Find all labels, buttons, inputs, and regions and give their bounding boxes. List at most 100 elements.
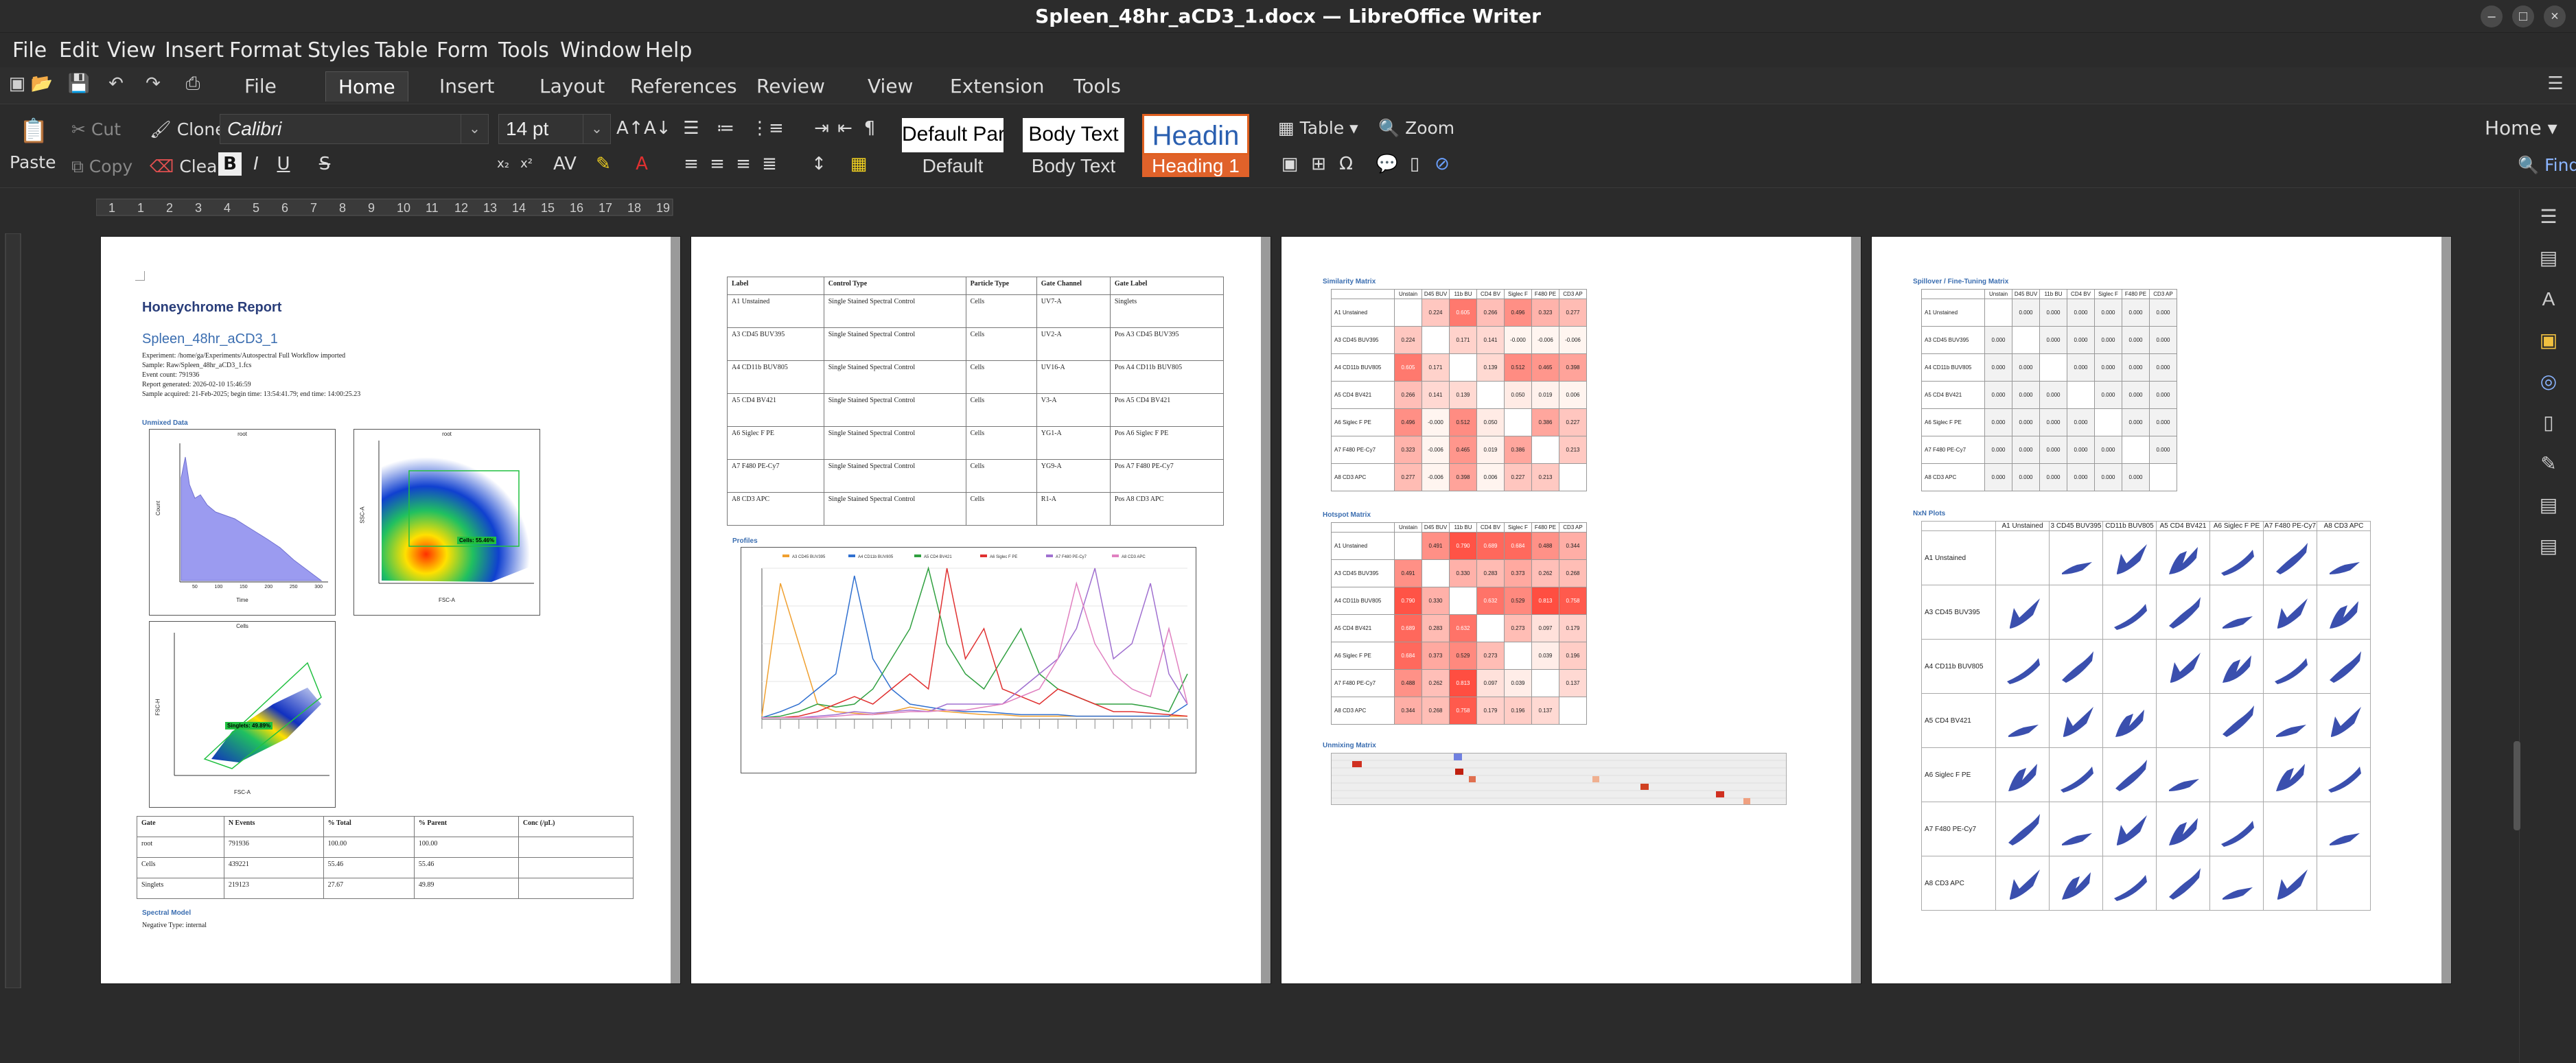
menu-view[interactable]: View	[107, 34, 156, 67]
tab-extension[interactable]: Extension	[938, 71, 1056, 102]
superscript-icon[interactable]: x²	[515, 152, 538, 176]
home-dropdown[interactable]: Home ▾	[2485, 115, 2557, 141]
tab-view[interactable]: View	[855, 71, 925, 102]
tab-tools[interactable]: Tools	[1061, 71, 1133, 102]
hyperlink-icon[interactable]: ⊘	[1430, 152, 1454, 176]
find-button[interactable]: 🔍 Find	[2518, 152, 2576, 178]
note-icon[interactable]: ▯	[1403, 152, 1426, 176]
close-icon[interactable]: ×	[2544, 5, 2566, 27]
design-icon[interactable]: ▤	[2536, 534, 2561, 559]
style-default-preview[interactable]: Default Par	[902, 118, 1003, 152]
italic-icon[interactable]: I	[244, 152, 268, 176]
tab-home[interactable]: Home	[325, 71, 408, 102]
shrink-font-icon[interactable]: A↓	[644, 117, 671, 140]
character-spacing-icon[interactable]: AV	[553, 152, 577, 176]
section-profiles: Profiles	[732, 537, 758, 545]
menu-toggle-icon[interactable]: ▣	[5, 71, 29, 95]
clear-button[interactable]: ⌫ Clear	[150, 154, 224, 180]
style-inspector-icon[interactable]: ✎	[2536, 452, 2561, 476]
hamburger-menu-icon[interactable]: ☰	[2544, 71, 2567, 95]
save-icon[interactable]: 💾	[67, 71, 91, 95]
align-right-icon[interactable]: ≡	[732, 152, 755, 176]
menu-help[interactable]: Help	[645, 34, 692, 67]
font-color-icon[interactable]: A	[630, 152, 653, 176]
justify-icon[interactable]: ≣	[758, 152, 781, 176]
paragraph-background-icon[interactable]: ▦	[847, 152, 870, 176]
page-icon[interactable]: ▯	[2536, 410, 2561, 435]
indent-decrease-icon[interactable]: ⇤	[833, 117, 857, 140]
open-icon[interactable]: 📂	[30, 71, 54, 95]
print-icon[interactable]: ⎙	[181, 71, 205, 95]
maximize-icon[interactable]: □	[2512, 5, 2534, 27]
bullets-icon[interactable]: ☰	[680, 117, 703, 140]
menu-styles[interactable]: Styles	[308, 34, 370, 67]
paste-icon[interactable]: 📋	[19, 119, 48, 143]
vertical-ruler[interactable]	[0, 233, 30, 989]
chevron-down-icon[interactable]: ⌄	[461, 115, 488, 143]
indent-increase-icon[interactable]: ⇥	[810, 117, 833, 140]
outline-icon[interactable]: ⋮≡	[751, 117, 784, 140]
strikethrough-icon[interactable]: S	[313, 152, 336, 176]
matrix-cell: 0.283	[1422, 614, 1450, 642]
manage-changes-icon[interactable]: ▤	[2536, 493, 2561, 517]
image-icon[interactable]: ▣	[1278, 152, 1301, 176]
tab-file[interactable]: File	[232, 71, 289, 102]
formatting-marks-icon[interactable]: ¶	[858, 117, 881, 140]
nxn-plot-cell	[2263, 747, 2317, 802]
tab-layout[interactable]: Layout	[527, 71, 617, 102]
clone-button[interactable]: 🖌 Clone	[150, 117, 226, 143]
menu-file[interactable]: File	[12, 34, 47, 67]
styles-icon[interactable]: A	[2536, 287, 2561, 312]
undo-icon[interactable]: ↶	[104, 71, 128, 95]
style-heading1-label[interactable]: Heading 1	[1142, 155, 1249, 177]
underline-icon[interactable]: U	[272, 152, 295, 176]
menu-table[interactable]: Table	[375, 34, 428, 67]
paste-label[interactable]: Paste	[10, 150, 56, 176]
menu-tools[interactable]: Tools	[498, 34, 549, 67]
align-center-icon[interactable]: ≡	[706, 152, 729, 176]
style-default-label[interactable]: Default	[902, 155, 1003, 177]
align-left-icon[interactable]: ≡	[680, 152, 703, 176]
comment-icon[interactable]: 💬	[1376, 152, 1399, 176]
line-spacing-icon[interactable]: ↕	[807, 152, 831, 176]
minimize-icon[interactable]: –	[2481, 5, 2503, 27]
menu-format[interactable]: Format	[229, 34, 302, 67]
menu-window[interactable]: Window	[560, 34, 641, 67]
zoom-button[interactable]: 🔍 Zoom	[1378, 115, 1454, 141]
menu-form[interactable]: Form	[437, 34, 489, 67]
style-body-text-preview[interactable]: Body Text	[1023, 118, 1124, 152]
redo-icon[interactable]: ↷	[141, 71, 165, 95]
menu-edit[interactable]: Edit	[59, 34, 99, 67]
vertical-scrollbar[interactable]	[2514, 741, 2520, 830]
gallery-icon[interactable]: ▣	[2536, 328, 2561, 353]
table-button[interactable]: ▦ Table ▾	[1278, 115, 1358, 141]
grow-font-icon[interactable]: A↑	[616, 117, 644, 140]
numbering-icon[interactable]: ≔	[714, 117, 737, 140]
nxn-scatter	[2006, 657, 2040, 684]
nxn-scatter	[2063, 706, 2093, 737]
sidebar-menu-icon[interactable]: ☰	[2536, 205, 2561, 229]
matrix-column-header: D45 BUV	[1422, 522, 1450, 533]
highlight-icon[interactable]: ✎	[592, 152, 615, 176]
horizontal-ruler[interactable]: 1 1 2 3 4 5 6 7 8 9 10 11 12 13 14 15 16 17 18 19	[0, 195, 2576, 220]
font-name-combo[interactable]: Calibri ⌄	[220, 114, 489, 144]
font-size-combo[interactable]: 14 pt ⌄	[498, 114, 611, 144]
special-character-icon[interactable]: Ω	[1334, 152, 1358, 176]
subscript-icon[interactable]: x₂	[491, 152, 515, 176]
navigator-icon[interactable]: ◎	[2536, 369, 2561, 394]
chevron-down-icon[interactable]: ⌄	[583, 115, 610, 143]
properties-icon[interactable]: ▤	[2536, 246, 2561, 270]
chart-icon[interactable]: ⊞	[1307, 152, 1330, 176]
tab-insert[interactable]: Insert	[427, 71, 507, 102]
tab-review[interactable]: Review	[744, 71, 837, 102]
style-body-text-label[interactable]: Body Text	[1023, 155, 1124, 177]
tab-references[interactable]: References	[618, 71, 750, 102]
copy-button[interactable]: ⧉ Copy	[71, 154, 132, 180]
menu-insert[interactable]: Insert	[165, 34, 224, 67]
bold-icon[interactable]: B	[218, 152, 242, 176]
nxn-plot-cell	[2209, 530, 2264, 585]
matrix-cell: 0.000	[1984, 463, 2012, 491]
cut-button[interactable]: ✂ Cut	[71, 117, 121, 143]
table-cell: V3-A	[1036, 393, 1111, 427]
style-heading1-preview[interactable]: Headin	[1142, 114, 1249, 155]
